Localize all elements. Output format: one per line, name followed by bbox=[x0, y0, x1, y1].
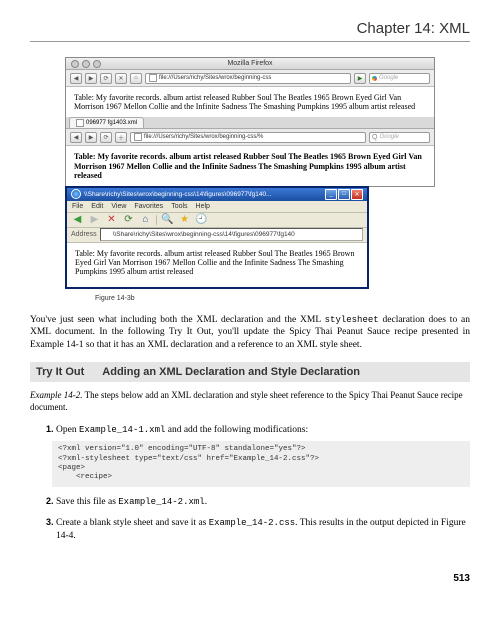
toolbar: ◀ ▶ ⟳ ✕ ⌂ file:///Users/richy/Sites/wrox… bbox=[66, 70, 434, 87]
tryit-heading-bar: Try It Out Adding an XML Declaration and… bbox=[30, 362, 470, 382]
address-bar[interactable]: \\Share\richy\Sites\wrox\beginning-css\1… bbox=[100, 228, 363, 241]
home-button[interactable]: ⌂ bbox=[139, 214, 152, 226]
address-bar[interactable]: file:///Users/richy/Sites/wrox/beginning… bbox=[145, 73, 351, 84]
window-title: Mozilla Firefox bbox=[66, 60, 434, 67]
back-button[interactable]: ◀ bbox=[71, 214, 84, 226]
maximize-button[interactable]: □ bbox=[338, 189, 350, 200]
page-icon bbox=[104, 231, 111, 238]
stop-button[interactable]: ✕ bbox=[105, 214, 118, 226]
step-text: and add the following modifications: bbox=[165, 425, 308, 435]
search-placeholder: Google bbox=[379, 75, 398, 81]
body-paragraph: You've just seen what including both the… bbox=[30, 314, 470, 352]
menu-edit[interactable]: Edit bbox=[91, 203, 103, 210]
search-icon: Q bbox=[372, 134, 377, 141]
safari-window: ◀ ▶ ⟳ ＋ file:///Users/richy/Sites/wrox/b… bbox=[65, 129, 435, 187]
tryit-heading: Adding an XML Declaration and Style Decl… bbox=[102, 366, 360, 378]
viewport: Table: My favorite records. album artist… bbox=[67, 243, 367, 287]
address-bar[interactable]: file:///Users/richy/Sites/wrox/beginning… bbox=[130, 132, 366, 143]
forward-button[interactable]: ▶ bbox=[85, 73, 97, 84]
example-label: Example 14-2. bbox=[30, 390, 82, 400]
forward-button[interactable]: ▶ bbox=[85, 132, 97, 143]
divider bbox=[30, 41, 470, 42]
reload-button[interactable]: ⟳ bbox=[100, 132, 112, 143]
step-text: Open bbox=[56, 425, 79, 435]
viewport: Table: My favorite records. album artist… bbox=[66, 146, 434, 186]
titlebar: \\Share\richy\Sites\wrox\beginning-css\1… bbox=[67, 188, 367, 201]
page-content: Table: My favorite records. album artist… bbox=[75, 249, 354, 276]
menu-favorites[interactable]: Favorites bbox=[134, 203, 163, 210]
chapter-title: Chapter 14: XML bbox=[30, 20, 470, 37]
firefox-window: Mozilla Firefox ◀ ▶ ⟳ ✕ ⌂ file:///Users/… bbox=[65, 57, 435, 130]
back-button[interactable]: ◀ bbox=[70, 73, 82, 84]
example-paragraph: Example 14-2. The steps below add an XML… bbox=[30, 390, 470, 413]
favorites-button[interactable]: ★ bbox=[178, 214, 191, 226]
page-content: Table: My favorite records. album artist… bbox=[74, 93, 415, 111]
menu-view[interactable]: View bbox=[111, 203, 126, 210]
viewport: Table: My favorite records. album artist… bbox=[66, 87, 434, 117]
back-button[interactable]: ◀ bbox=[70, 132, 82, 143]
page-icon bbox=[134, 133, 142, 141]
menu-file[interactable]: File bbox=[72, 203, 83, 210]
page-icon bbox=[149, 74, 157, 82]
reload-button[interactable]: ⟳ bbox=[100, 73, 112, 84]
tryit-label: Try It Out bbox=[36, 366, 84, 378]
history-button[interactable]: 🕘 bbox=[195, 214, 208, 226]
menu-tools[interactable]: Tools bbox=[171, 203, 187, 210]
titlebar: Mozilla Firefox bbox=[66, 58, 434, 70]
ie-window: \\Share\richy\Sites\wrox\beginning-css\1… bbox=[65, 186, 369, 289]
step-2: Save this file as Example_14-2.xml. bbox=[56, 495, 470, 509]
inline-code: Example_14-2.css bbox=[209, 518, 295, 528]
steps-list: Open Example_14-1.xml and add the follow… bbox=[30, 423, 470, 543]
figure-block: Mozilla Firefox ◀ ▶ ⟳ ✕ ⌂ file:///Users/… bbox=[65, 57, 435, 289]
forward-button[interactable]: ▶ bbox=[88, 214, 101, 226]
tab-label: 096977 fg1403.xml bbox=[86, 120, 137, 126]
figure-caption: Figure 14-3b bbox=[95, 295, 470, 302]
step-3: Create a blank style sheet and save it a… bbox=[56, 516, 470, 543]
home-button[interactable]: ⌂ bbox=[130, 73, 142, 84]
tabstrip: 096977 fg1403.xml bbox=[66, 117, 434, 129]
step-text: Create a blank style sheet and save it a… bbox=[56, 518, 209, 528]
menu-help[interactable]: Help bbox=[196, 203, 210, 210]
go-button[interactable]: ▶ bbox=[354, 73, 366, 84]
page-number: 513 bbox=[30, 573, 470, 584]
search-button[interactable]: 🔍 bbox=[161, 214, 174, 226]
close-button[interactable]: ✕ bbox=[351, 189, 363, 200]
window-title: \\Share\richy\Sites\wrox\beginning-css\1… bbox=[84, 191, 322, 198]
search-bar[interactable]: Q Google bbox=[369, 132, 430, 143]
address-label: Address bbox=[71, 231, 97, 238]
code-block: <?xml version="1.0" encoding="UTF-8" sta… bbox=[52, 441, 470, 487]
page-content: Table: My favorite records. album artist… bbox=[74, 152, 422, 179]
ie-icon bbox=[71, 189, 81, 199]
url-text: file:///Users/richy/Sites/wrox/beginning… bbox=[144, 134, 263, 140]
url-text: file:///Users/richy/Sites/wrox/beginning… bbox=[159, 75, 271, 81]
step-text: Save this file as bbox=[56, 497, 118, 507]
inline-code: Example_14-1.xml bbox=[79, 425, 165, 435]
add-button[interactable]: ＋ bbox=[115, 132, 127, 143]
step-1: Open Example_14-1.xml and add the follow… bbox=[56, 423, 470, 486]
example-text: The steps below add an XML declaration a… bbox=[30, 390, 463, 412]
tab-icon bbox=[76, 119, 84, 127]
inline-code: stylesheet bbox=[325, 315, 379, 325]
step-text: . bbox=[205, 497, 207, 507]
inline-code: Example_14-2.xml bbox=[118, 497, 204, 507]
stop-button[interactable]: ✕ bbox=[115, 73, 127, 84]
refresh-button[interactable]: ⟳ bbox=[122, 214, 135, 226]
search-placeholder: Google bbox=[379, 134, 398, 140]
minimize-button[interactable]: _ bbox=[325, 189, 337, 200]
menubar: File Edit View Favorites Tools Help bbox=[67, 201, 367, 213]
url-text: \\Share\richy\Sites\wrox\beginning-css\1… bbox=[113, 231, 295, 238]
search-bar[interactable]: Google bbox=[369, 73, 430, 84]
tab[interactable]: 096977 fg1403.xml bbox=[69, 117, 144, 128]
address-row: Address \\Share\richy\Sites\wrox\beginni… bbox=[67, 228, 367, 243]
toolbar: ◀ ▶ ⟳ ＋ file:///Users/richy/Sites/wrox/b… bbox=[66, 129, 434, 146]
google-icon bbox=[372, 76, 377, 81]
toolbar: ◀ ▶ ✕ ⟳ ⌂ 🔍 ★ 🕘 bbox=[67, 213, 367, 228]
